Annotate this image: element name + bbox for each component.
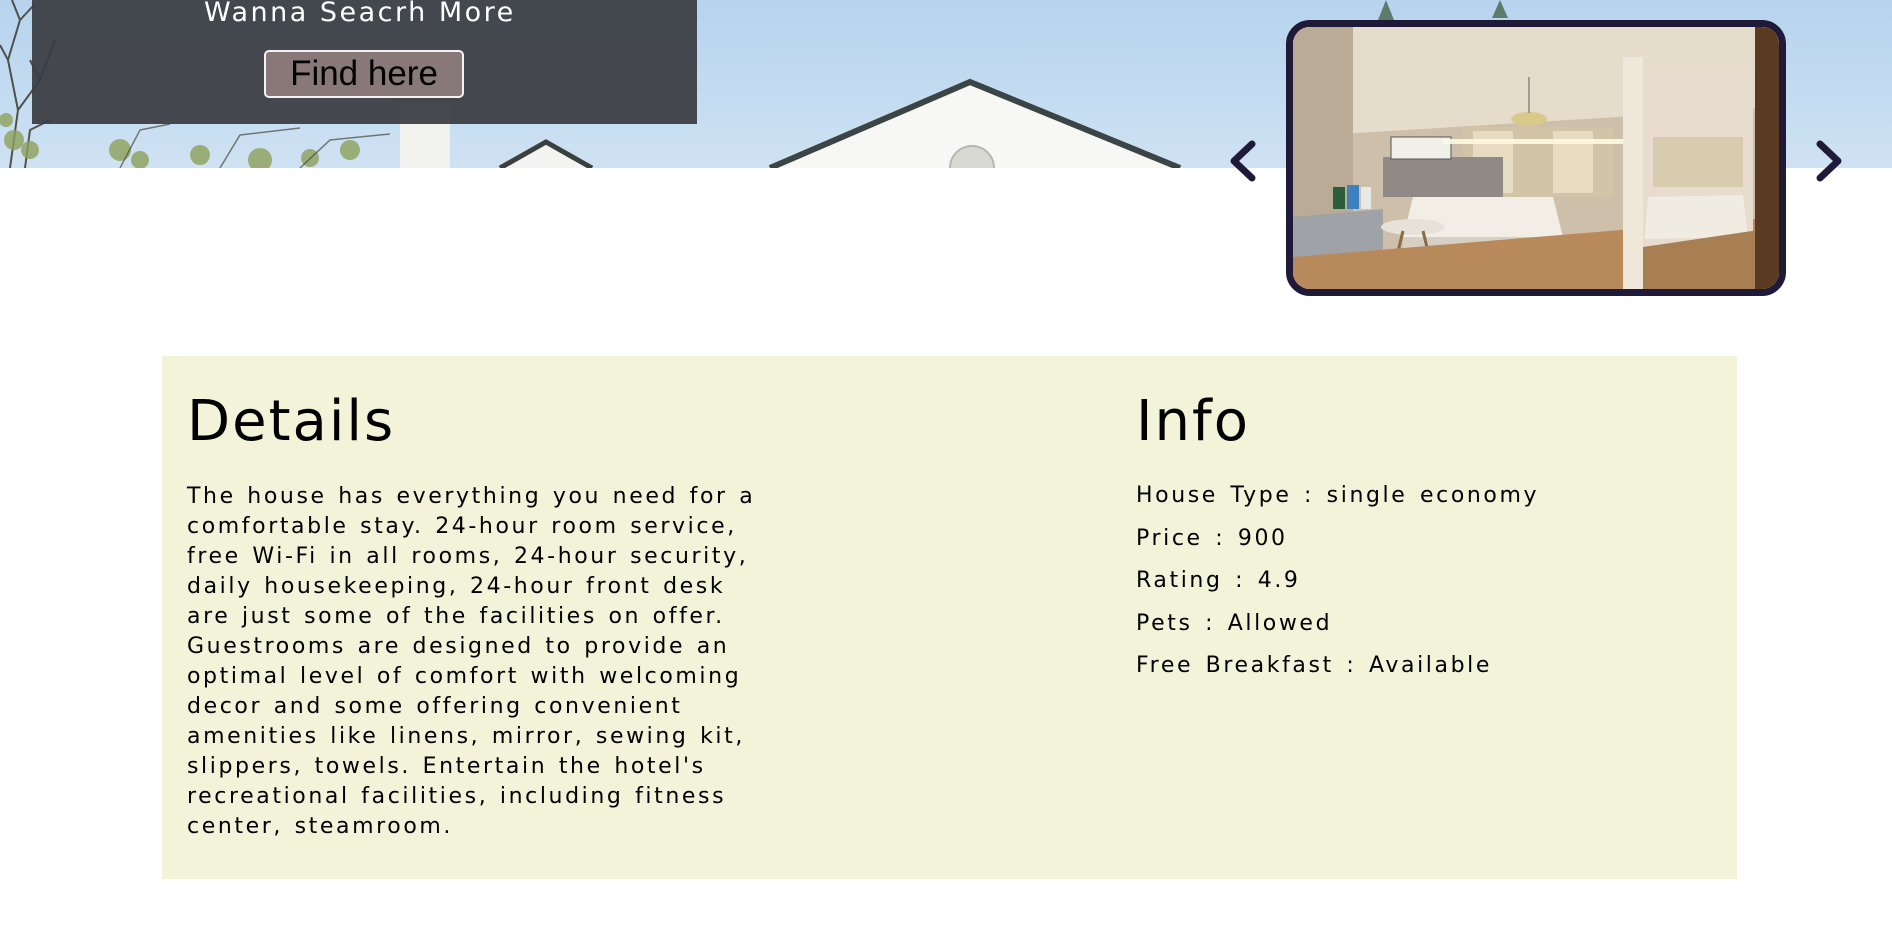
info-free-breakfast: Free Breakfast : Available	[1136, 653, 1492, 678]
info-price: Price : 900	[1136, 525, 1288, 551]
chevron-right-icon	[1816, 140, 1842, 182]
find-here-button[interactable]: Find here	[264, 50, 464, 98]
search-prompt-text: Wanna Seacrh More	[204, 0, 516, 28]
search-panel: Wanna Seacrh More Find here	[32, 0, 697, 124]
info-pets: Pets : Allowed	[1136, 610, 1333, 636]
info-rating: Rating : 4.9	[1136, 568, 1301, 593]
details-heading: Details	[187, 389, 396, 454]
page: Wanna Seacrh More Find here Details The …	[0, 0, 1892, 934]
info-heading: Info	[1136, 389, 1250, 454]
hotel-room-photo	[1293, 27, 1779, 289]
details-description: The house has everything you need for a …	[187, 484, 756, 839]
info-house-type: House Type : single economy	[1136, 483, 1540, 508]
details-card: Details The house has everything you nee…	[162, 356, 1737, 879]
info-list: House Type : single economy Price : 900 …	[1136, 480, 1539, 693]
carousel-next-button[interactable]	[1812, 138, 1848, 184]
carousel-image-frame	[1286, 20, 1786, 296]
carousel-prev-button[interactable]	[1224, 138, 1260, 184]
chevron-left-icon	[1230, 140, 1256, 182]
